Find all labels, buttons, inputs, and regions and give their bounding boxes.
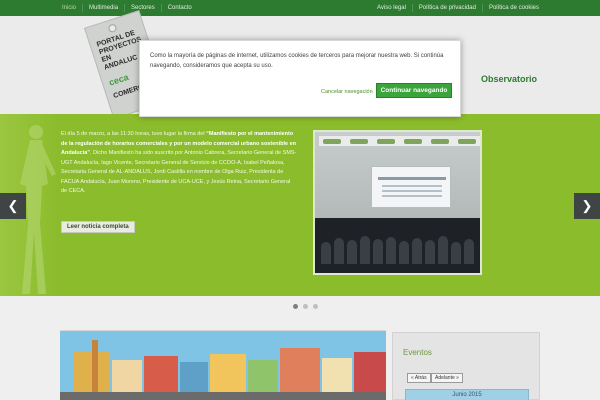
photo-logo-5 (430, 138, 449, 144)
events-title: Eventos (403, 348, 432, 357)
person-figure (321, 242, 331, 264)
nav-link-sectores[interactable]: Sectores (125, 4, 162, 12)
news-slider: El día 5 de marzo, a las 11:30 horas, tu… (0, 114, 600, 296)
calendar-month: Junio 2015 (405, 389, 529, 400)
nav-link-contacto[interactable]: Contacto (162, 4, 198, 12)
screen-line (382, 195, 442, 197)
slide-intro: El día 5 de marzo, a las 11:30 horas, tu… (61, 131, 207, 137)
nav-link-inicio[interactable]: Inicio (56, 4, 84, 12)
events-widget: Eventos « Atrás Adelante » Junio 2015 (392, 332, 540, 400)
nav-link-cookies[interactable]: Política de cookies (483, 4, 545, 12)
cookie-message: Como la mayoría de páginas de internet, … (150, 53, 444, 69)
calendar-next-button[interactable]: Adelante » (431, 373, 463, 383)
photo-logo-4 (403, 138, 422, 144)
calendar-prev-button[interactable]: « Atrás (407, 373, 431, 383)
street-road (60, 392, 386, 400)
cookie-accept-button[interactable]: Continuar navegando (376, 83, 452, 98)
screen-title-line (378, 177, 446, 180)
projection-screen (371, 166, 451, 208)
cookie-cancel-link[interactable]: Cancelar navegación (321, 89, 373, 95)
photo-logo-banner (319, 136, 480, 146)
arrow-right-icon: ❯ (581, 198, 593, 213)
slider-dot-1[interactable] (293, 304, 298, 309)
photo-logo-3 (377, 138, 396, 144)
slider-dot-2[interactable] (303, 304, 308, 309)
slide-body-text: El día 5 de marzo, a las 11:30 horas, tu… (61, 130, 297, 197)
slider-next-button[interactable]: ❯ (574, 193, 600, 219)
tag-hole-icon (107, 23, 118, 34)
read-more-button[interactable]: Leer noticia completa (61, 221, 135, 233)
person-figure (334, 238, 344, 264)
nav-link-observatorio[interactable]: Observatorio (481, 74, 537, 84)
photo-logo-6 (457, 138, 476, 144)
person-figure (360, 236, 370, 264)
nav-link-multimedia[interactable]: Multimedia (83, 4, 126, 12)
person-figure (412, 238, 422, 264)
person-figure (464, 239, 474, 264)
cookie-dialog: Como la mayoría de páginas de internet, … (139, 40, 461, 117)
slide-rest: . Dicho Manifiesto ha sido suscrito por … (61, 150, 297, 194)
person-figure (347, 240, 357, 264)
person-figure (451, 242, 461, 264)
photo-people (321, 230, 478, 264)
legal-nav: Aviso legal Política de privacidad Polít… (371, 0, 545, 16)
slider-prev-button[interactable]: ❮ (0, 193, 26, 219)
slide-photo[interactable] (313, 130, 482, 275)
street-illustration[interactable] (60, 330, 386, 400)
screen-line (382, 185, 442, 187)
photo-logo-2 (350, 138, 369, 144)
nav-link-privacidad[interactable]: Política de privacidad (413, 4, 483, 12)
top-nav-bar: Inicio Multimedia Sectores Contacto Avis… (0, 0, 600, 16)
slider-dot-3[interactable] (313, 304, 318, 309)
building-tower (92, 340, 98, 400)
photo-logo-1 (323, 138, 342, 144)
slider-dots (293, 304, 318, 309)
arrow-left-icon: ❮ (7, 198, 19, 213)
person-figure (425, 240, 435, 264)
person-figure (399, 241, 409, 264)
person-figure (438, 236, 448, 264)
screen-line (382, 190, 442, 192)
person-figure (386, 237, 396, 264)
nav-link-aviso-legal[interactable]: Aviso legal (371, 4, 413, 12)
person-figure (373, 239, 383, 264)
